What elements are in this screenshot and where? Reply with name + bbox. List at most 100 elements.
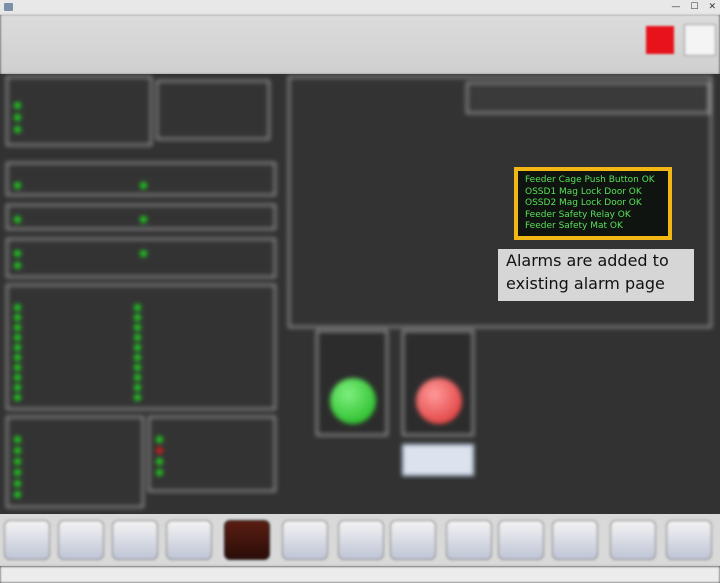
hmi-window: — ☐ ✕ Feeder Cage Push Button OK OSSD1 M… xyxy=(0,0,720,583)
status-bar xyxy=(0,14,720,76)
green-indicator-icon xyxy=(134,334,141,341)
status-line xyxy=(14,344,25,351)
green-indicator-icon xyxy=(134,304,141,311)
interlock-note-panel xyxy=(466,82,710,114)
status-line xyxy=(14,102,25,109)
green-indicator-icon xyxy=(14,364,21,371)
nav-button[interactable] xyxy=(552,520,598,560)
highlighted-alarm-item: Feeder Safety Mat OK xyxy=(525,221,623,231)
status-line xyxy=(14,374,25,381)
status-line xyxy=(14,394,25,401)
green-indicator-icon xyxy=(134,324,141,331)
nav-button[interactable] xyxy=(666,520,712,560)
status-line xyxy=(14,216,25,223)
green-indicator-icon xyxy=(14,114,21,121)
status-line xyxy=(134,344,145,351)
nav-button[interactable] xyxy=(498,520,544,560)
status-line xyxy=(134,324,145,331)
nav-button[interactable] xyxy=(166,520,212,560)
green-indicator-icon xyxy=(14,126,21,133)
status-line xyxy=(14,469,25,476)
green-indicator-icon xyxy=(14,304,21,311)
status-line xyxy=(14,250,25,257)
footer-nav xyxy=(0,514,720,566)
green-indicator-icon xyxy=(140,216,147,223)
nav-button[interactable] xyxy=(112,520,158,560)
local-operator-panel xyxy=(6,204,276,230)
infeed-interlocks-ok-box xyxy=(402,330,474,436)
nav-button[interactable] xyxy=(4,520,50,560)
nav-button[interactable] xyxy=(390,520,436,560)
reset-button[interactable] xyxy=(684,24,716,56)
nav-button[interactable] xyxy=(610,520,656,560)
nav-button[interactable] xyxy=(282,520,328,560)
green-indicator-icon xyxy=(134,344,141,351)
red-indicator-icon xyxy=(156,447,163,454)
status-line xyxy=(14,480,25,487)
green-indicator-icon xyxy=(14,458,21,465)
status-line xyxy=(14,436,25,443)
green-indicator-icon xyxy=(134,314,141,321)
status-line xyxy=(14,334,25,341)
green-indicator-icon xyxy=(14,436,21,443)
status-line xyxy=(14,458,25,465)
nav-button[interactable] xyxy=(58,520,104,560)
green-indicator-icon xyxy=(14,262,21,269)
status-line xyxy=(14,314,25,321)
highlighted-alarm-item: Feeder Cage Push Button OK xyxy=(525,175,655,185)
green-indicator-icon xyxy=(134,354,141,361)
status-line xyxy=(140,216,151,223)
status-line xyxy=(14,114,25,121)
status-line xyxy=(14,364,25,371)
app-icon xyxy=(4,3,13,11)
green-indicator-icon xyxy=(14,374,21,381)
green-indicator-icon xyxy=(14,354,21,361)
status-line xyxy=(134,384,145,391)
highlight-box: Feeder Cage Push Button OK OSSD1 Mag Lock… xyxy=(514,167,672,240)
local-basement-panel xyxy=(6,238,276,278)
green-indicator-icon xyxy=(134,384,141,391)
green-indicator-icon xyxy=(134,364,141,371)
green-indicator-icon xyxy=(14,324,21,331)
nav-button[interactable] xyxy=(338,520,384,560)
status-line xyxy=(14,354,25,361)
status-line xyxy=(156,447,167,454)
planer-interlocks-ok-box xyxy=(316,330,388,436)
status-line xyxy=(14,384,25,391)
callout-box: Alarms are added to existing alarm page xyxy=(498,249,694,301)
highlighted-alarm-item: Feeder Safety Relay OK xyxy=(525,209,631,220)
status-line xyxy=(156,458,167,465)
green-indicator-icon xyxy=(14,334,21,341)
main-screen: Feeder Cage Push Button OK OSSD1 Mag Lock… xyxy=(0,74,720,514)
logo-button[interactable] xyxy=(224,520,270,560)
footer-buttons xyxy=(0,514,720,566)
green-indicator-icon xyxy=(134,374,141,381)
minimize-button[interactable]: — xyxy=(671,2,680,12)
status-line xyxy=(14,304,25,311)
status-line xyxy=(140,182,151,189)
green-indicator-icon xyxy=(14,102,21,109)
green-indicator-icon xyxy=(140,250,147,257)
alarms-panel xyxy=(156,80,270,140)
status-line xyxy=(14,447,25,454)
status-line xyxy=(14,491,25,498)
status-line xyxy=(14,324,25,331)
green-indicator-icon xyxy=(14,344,21,351)
reset-infeed-button[interactable] xyxy=(402,444,474,476)
alarm-indicator[interactable] xyxy=(646,26,674,54)
nav-button[interactable] xyxy=(446,520,492,560)
green-indicator-icon xyxy=(14,469,21,476)
green-indicator-icon xyxy=(140,182,147,189)
status-line xyxy=(156,436,167,443)
dts-status-panel xyxy=(6,416,144,508)
status-line xyxy=(134,304,145,311)
close-button[interactable]: ✕ xyxy=(708,2,716,12)
status-line xyxy=(156,469,167,476)
status-line xyxy=(134,394,145,401)
maximize-button[interactable]: ☐ xyxy=(690,2,698,12)
status-line xyxy=(134,364,145,371)
green-indicator-icon xyxy=(14,216,21,223)
status-line xyxy=(14,182,25,189)
highlighted-alarm-list: Feeder Cage Push Button OK OSSD1 Mag Lock… xyxy=(518,175,655,233)
callout-line-1: Alarms are added to xyxy=(506,251,669,270)
